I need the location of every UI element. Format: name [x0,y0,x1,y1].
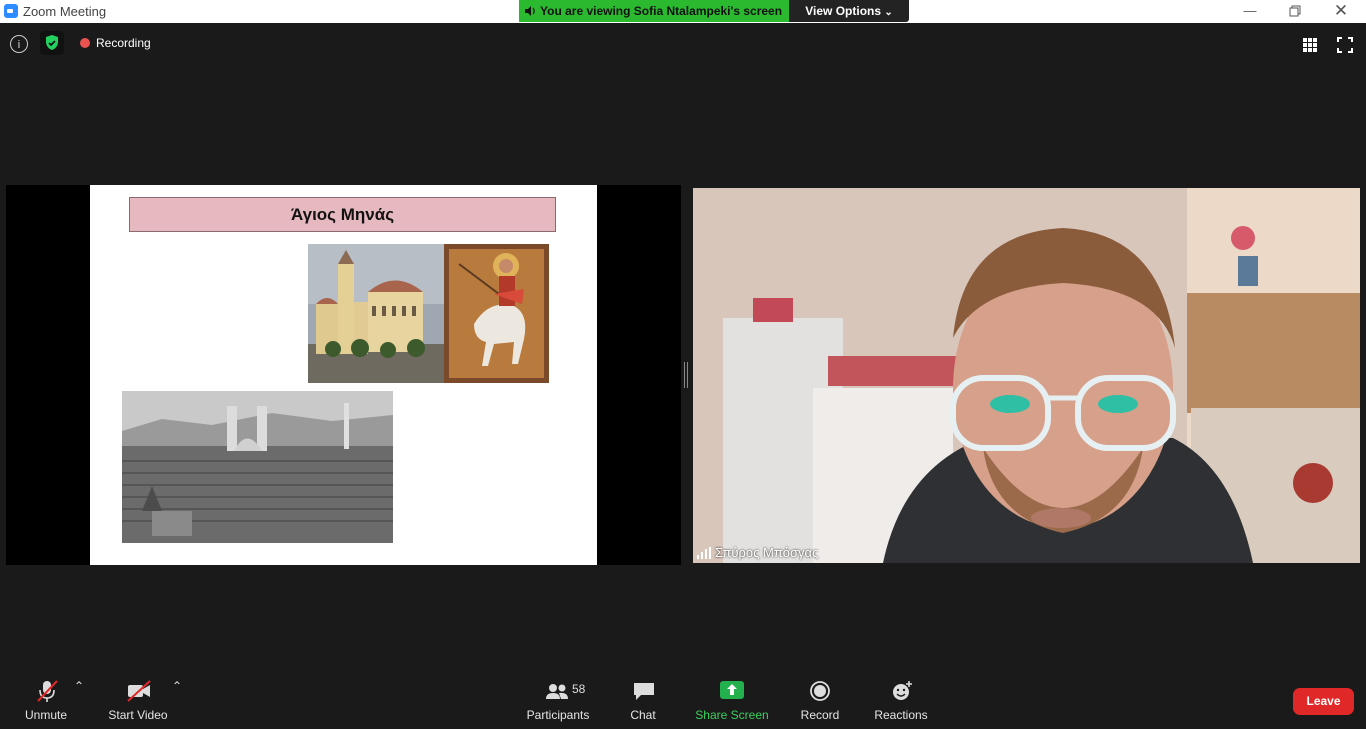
viewing-screen-text: You are viewing Sofia Ntalampeki's scree… [540,4,783,18]
participant-video[interactable]: Σπύρος Μπόσγας [693,188,1360,563]
leave-button[interactable]: Leave [1293,688,1354,715]
record-icon [810,681,830,701]
restore-icon[interactable] [1281,2,1309,20]
info-icon[interactable]: i [10,35,28,53]
shield-icon[interactable] [40,31,64,55]
fullscreen-icon[interactable] [1337,37,1353,53]
muted-microphone-icon [37,680,58,702]
meeting-toolbar: Unmute ⌃ Start Video ⌃ 58 Participants C… [0,671,1366,729]
view-options-button[interactable]: View Options ⌄ [789,0,909,22]
unmute-label: Unmute [24,708,68,722]
chat-label: Chat [630,708,656,722]
record-label: Record [800,708,840,722]
viewing-screen-banner: You are viewing Sofia Ntalampeki's scree… [519,0,789,22]
reactions-smiley-icon [893,681,912,700]
church-photo [308,244,444,383]
share-screen-label: Share Screen [695,708,769,722]
zoom-app-icon [4,4,18,18]
recording-indicator-icon [80,38,90,48]
chevron-down-icon: ⌄ [884,7,893,18]
chat-icon [634,683,654,700]
audio-options-chevron-icon[interactable]: ⌃ [74,679,84,693]
participants-icon [546,684,568,699]
presentation-slide: Άγιος Μηνάς [90,185,597,565]
close-icon[interactable]: ✕ [1327,2,1355,20]
participants-count: 58 [572,682,586,696]
old-city-photo [122,391,393,543]
speaker-icon [525,6,535,16]
participants-label: Participants [526,708,590,722]
gallery-grid-icon[interactable] [1302,37,1318,53]
panel-resize-handle[interactable] [684,362,688,388]
slide-title: Άγιος Μηνάς [129,197,556,232]
window-title: Zoom Meeting [23,4,107,19]
view-options-label: View Options [805,4,882,18]
signal-strength-icon [697,547,711,559]
participant-name-label: Σπύρος Μπόσγας [715,545,819,560]
video-off-icon [127,680,151,702]
share-screen-icon [720,681,744,699]
minimize-icon[interactable]: — [1236,2,1264,20]
video-options-chevron-icon[interactable]: ⌃ [172,679,182,693]
start-video-label: Start Video [108,708,168,722]
recording-label[interactable]: Recording [96,36,151,50]
saint-icon-painting [444,244,549,383]
video-feed-image [693,188,1360,563]
window-titlebar: Zoom Meeting You are viewing Sofia Ntala… [0,0,1366,23]
reactions-label: Reactions [874,708,928,722]
